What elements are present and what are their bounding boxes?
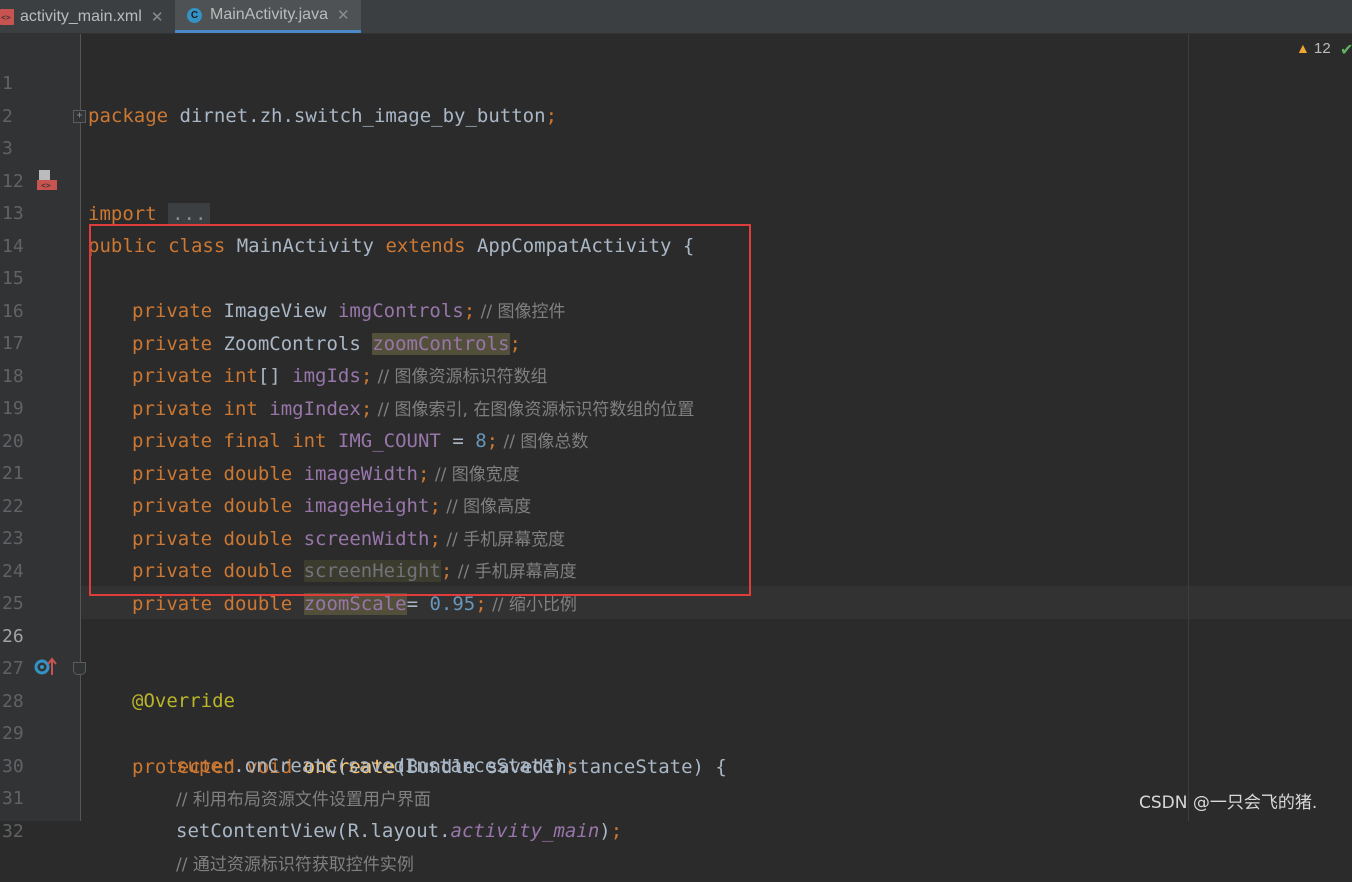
code-line[interactable]: 31 setContentView(R.layout.activity_main… — [0, 749, 1352, 842]
method-call: setContentView(R.layout. — [176, 820, 451, 842]
watermark: CSDN @一只会飞的猪. — [1139, 793, 1318, 813]
java-class-icon: C — [187, 7, 202, 23]
editor-tab-bar: activity_main.xml ✕ C MainActivity.java … — [0, 0, 1352, 34]
line-number: 32 — [2, 821, 24, 842]
fold-collapse-icon[interactable] — [73, 662, 86, 675]
close-icon[interactable]: ✕ — [337, 6, 350, 24]
close-icon[interactable]: ✕ — [151, 8, 164, 26]
code-line[interactable]: 30 // 利用布局资源文件设置用户界面 — [0, 717, 1352, 810]
code-line[interactable]: 13 public class MainActivity extends App… — [0, 164, 1352, 257]
tab-label: MainActivity.java — [210, 6, 328, 23]
xml-file-icon — [0, 8, 14, 25]
highlight-box — [89, 224, 751, 596]
code-line[interactable]: 27 @Override — [0, 619, 1352, 712]
code-line[interactable]: 3 + import ... — [0, 99, 1352, 225]
tab-main-activity-java[interactable]: C MainActivity.java ✕ — [175, 0, 361, 33]
code-line[interactable]: 2 — [0, 67, 1352, 127]
static-field: activity_main — [450, 820, 600, 842]
semicolon: ; — [610, 820, 623, 842]
tab-activity-main-xml[interactable]: activity_main.xml ✕ — [0, 0, 172, 33]
code-line[interactable]: 1 package dirnet.zh.switch_image_by_butt… — [0, 34, 1352, 127]
comment: // 通过资源标识符获取控件实例 — [176, 855, 414, 875]
fold-expand-icon[interactable]: + — [73, 110, 86, 123]
code-line[interactable]: 28 protected void onCreate(Bundle savedI… — [0, 652, 1352, 778]
code-line[interactable]: 12 — [0, 132, 1352, 192]
code-line[interactable]: 29 super.onCreate(savedInstanceState); — [0, 684, 1352, 777]
paren: ) — [599, 820, 611, 842]
tab-label: activity_main.xml — [20, 7, 142, 25]
